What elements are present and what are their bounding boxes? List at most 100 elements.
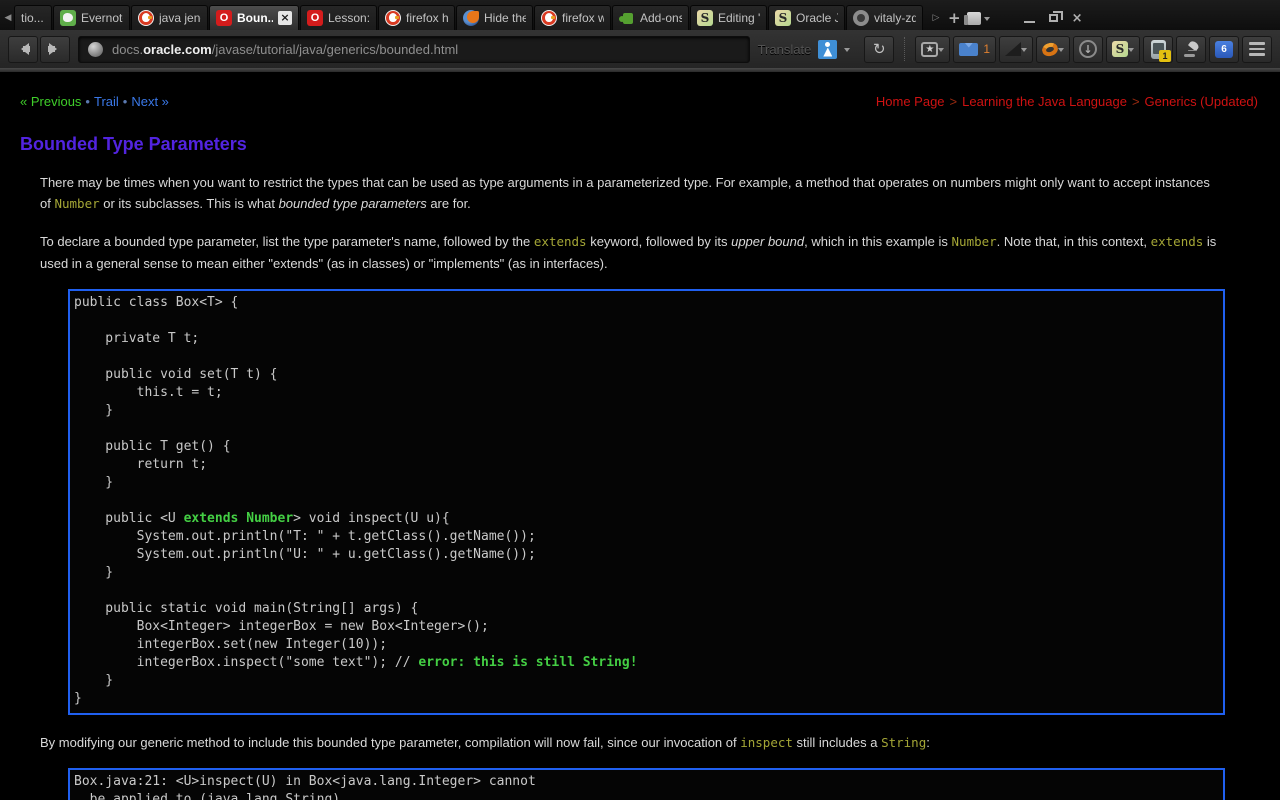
code-line: public static void main(String[] args) {: [74, 600, 1217, 618]
prev-next-links: « Previous•Trail•Next »: [20, 94, 169, 109]
tab-item[interactable]: tio...: [14, 5, 52, 30]
minimize-button[interactable]: [1024, 21, 1035, 23]
next-link[interactable]: Next »: [131, 94, 169, 109]
text-segment: integerBox.inspect("some text"); //: [74, 655, 418, 670]
translate-icon[interactable]: [818, 40, 837, 59]
mail-count: 1: [983, 42, 990, 56]
stats-button[interactable]: [999, 36, 1033, 63]
navigation-toolbar: docs.oracle.com/javase/tutorial/java/gen…: [0, 30, 1280, 68]
tab-scroll-right-icon[interactable]: ▷: [930, 6, 942, 30]
code-line: [74, 492, 1217, 510]
tab-item[interactable]: Evernote...: [53, 5, 130, 30]
window-close-button[interactable]: ×: [1072, 12, 1083, 25]
phone-icon: 1: [1151, 40, 1166, 59]
lamp-icon: [1183, 41, 1200, 58]
tab-label: Hide the ...: [484, 11, 526, 25]
hamburger-menu-icon: [1249, 42, 1265, 56]
calendar-button[interactable]: 6: [1209, 36, 1239, 63]
tab-item[interactable]: Lesson: ...: [300, 5, 377, 30]
tab-label: Boun...: [237, 11, 273, 25]
notification-badge: 1: [1159, 50, 1170, 62]
text-segment: }: [74, 565, 113, 580]
tab-active[interactable]: Boun... ×: [209, 5, 299, 30]
tab-item[interactable]: firefox hi...: [378, 5, 455, 30]
text-segment: extends: [534, 234, 587, 249]
chevron-down-icon[interactable]: [844, 48, 850, 55]
tab-bar-controls: ▷ + ×: [930, 6, 1088, 30]
tab-close-icon[interactable]: ×: [278, 11, 292, 25]
new-tab-button[interactable]: +: [948, 11, 961, 26]
code-line: System.out.println("T: " + t.getClass().…: [74, 528, 1217, 546]
text-segment: still includes a: [793, 735, 881, 750]
text-segment: }: [74, 475, 113, 490]
page-title: Bounded Type Parameters: [20, 134, 1280, 155]
reload-button[interactable]: ↻: [864, 36, 894, 63]
forward-arrow-icon: [47, 43, 63, 56]
text-segment: . Note that, in this context,: [997, 234, 1151, 249]
chevron-down-icon: [1128, 48, 1134, 55]
tab-item[interactable]: firefox w...: [534, 5, 611, 30]
tab-item[interactable]: java jene...: [131, 5, 208, 30]
chevron-down-icon: [1058, 48, 1064, 55]
restore-button[interactable]: [1049, 14, 1058, 22]
tab-item[interactable]: Oracle Ja...: [768, 5, 845, 30]
forward-button[interactable]: [40, 36, 70, 63]
page-top-nav: « Previous•Trail•Next » Home Page>Learni…: [0, 72, 1280, 109]
stylish-button[interactable]: [1106, 36, 1140, 63]
mail-button[interactable]: 1: [953, 36, 996, 63]
text-segment: public void set(T t) {: [74, 367, 278, 382]
tab-label: Oracle Ja...: [796, 11, 838, 25]
menu-button[interactable]: [1242, 36, 1272, 63]
code-line: this.t = t;: [74, 384, 1217, 402]
back-button[interactable]: [8, 36, 38, 63]
text-segment: }: [74, 673, 113, 688]
tab-label: Lesson: ...: [328, 11, 370, 25]
text-segment: Box.java:21: <U>inspect(U) in Box<java.l…: [74, 774, 536, 789]
tab-list-button[interactable]: [967, 12, 990, 25]
breadcrumb-home-link[interactable]: Home Page: [876, 94, 945, 109]
tab-label: java jene...: [159, 11, 201, 25]
downloads-button[interactable]: ↓: [1073, 36, 1103, 63]
tab-item[interactable]: Add-ons ...: [612, 5, 689, 30]
proxy-button[interactable]: [1036, 36, 1070, 63]
code-line: [74, 420, 1217, 438]
tab-item[interactable]: Editing '...: [690, 5, 767, 30]
download-icon: ↓: [1079, 40, 1097, 58]
tab-item[interactable]: Hide the ...: [456, 5, 533, 30]
breadcrumb-current-link[interactable]: Generics (Updated): [1145, 94, 1258, 109]
text-segment: are for.: [427, 196, 471, 211]
window-controls: ×: [1024, 12, 1083, 25]
bookmarks-button[interactable]: ★: [915, 36, 950, 63]
code-line: integerBox.inspect("some text"); // erro…: [74, 654, 1217, 672]
tab-scroll-left-icon[interactable]: ◀: [2, 6, 14, 30]
breadcrumb-separator: >: [1132, 94, 1140, 109]
firefox-icon: [463, 10, 479, 26]
tab-label: vitaly-zd...: [874, 11, 916, 25]
code-line: be applied to (java.lang.String): [74, 791, 1217, 800]
paragraph-3: By modifying our generic method to inclu…: [0, 732, 1280, 753]
screenshot-button[interactable]: 1: [1143, 36, 1173, 63]
text-segment: integerBox.set(new Integer(10));: [74, 637, 387, 652]
text-segment: public static void main(String[] args) {: [74, 601, 418, 616]
previous-link[interactable]: « Previous: [20, 94, 81, 109]
text-segment: error: this is still String!: [418, 655, 637, 670]
text-segment: }: [74, 691, 82, 706]
text-segment: return t;: [74, 457, 207, 472]
code-line: }: [74, 672, 1217, 690]
globe-icon: [88, 42, 103, 57]
tab-item[interactable]: vitaly-zd...: [846, 5, 923, 30]
code-line: }: [74, 564, 1217, 582]
chevron-down-icon: [1021, 48, 1027, 55]
text-segment: String: [881, 735, 926, 750]
translate-widget: Translate: [758, 40, 857, 59]
code-line: return t;: [74, 456, 1217, 474]
lamp-button[interactable]: [1176, 36, 1206, 63]
history-buttons: [8, 36, 70, 63]
trail-link[interactable]: Trail: [94, 94, 119, 109]
text-segment: By modifying our generic method to inclu…: [40, 735, 740, 750]
text-segment: , which in this example is: [804, 234, 951, 249]
graph-triangle-icon: [1005, 42, 1021, 56]
link-separator: •: [123, 94, 128, 109]
url-bar[interactable]: docs.oracle.com/javase/tutorial/java/gen…: [78, 36, 750, 63]
breadcrumb-lesson-link[interactable]: Learning the Java Language: [962, 94, 1127, 109]
